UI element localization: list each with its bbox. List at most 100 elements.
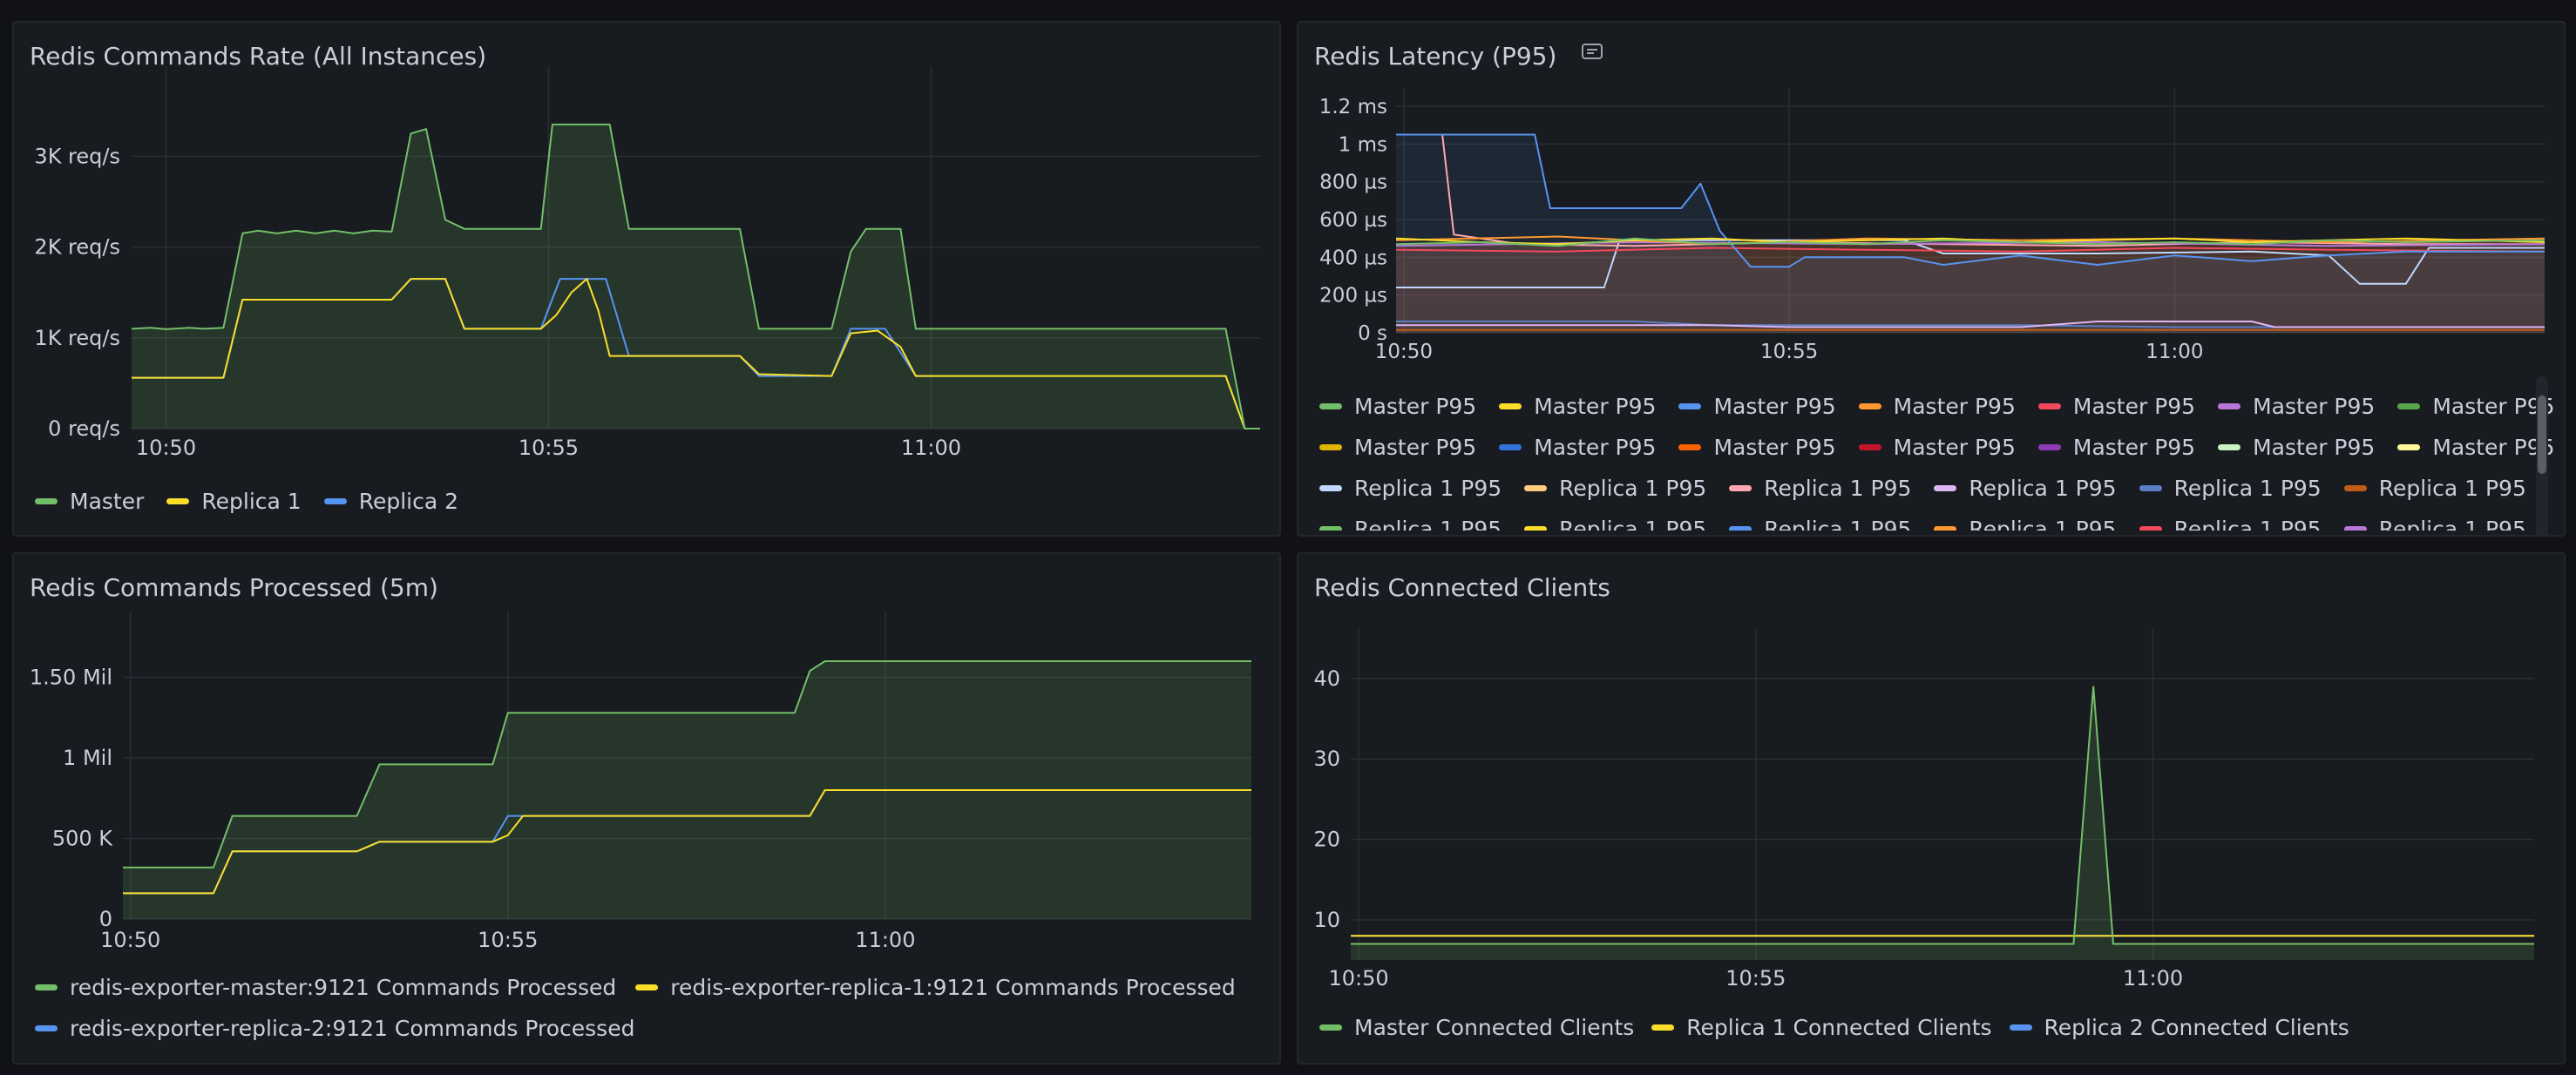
legend-label: Replica 2 bbox=[358, 489, 459, 514]
panel-latency[interactable]: Redis Latency (P95) 0 s 200 µs 400 µs 600 µ… bbox=[1297, 21, 2566, 537]
legend-swatch bbox=[1858, 403, 1881, 409]
legend-swatch bbox=[2218, 444, 2241, 450]
legend-item[interactable]: Master P95 bbox=[1678, 394, 1836, 419]
panel-connected-clients[interactable]: Redis Connected Clients 10 20 30 40 10:50 10:… bbox=[1297, 552, 2566, 1065]
legend-item[interactable]: Master P95 bbox=[1858, 435, 2016, 460]
y-tick-label: 1.50 Mil bbox=[30, 666, 112, 690]
y-tick-label: 10 bbox=[1313, 908, 1340, 932]
legend-label: Replica 1 P95 bbox=[2378, 517, 2526, 531]
legend-item[interactable]: Replica 1 P95 bbox=[1934, 517, 2117, 531]
legend-item[interactable]: Replica 1 P95 bbox=[2343, 517, 2526, 531]
series-fill bbox=[1396, 134, 2545, 333]
legend-label: Master Connected Clients bbox=[1354, 1015, 1635, 1040]
legend-swatch bbox=[1319, 1024, 1342, 1031]
legend-row: Master P95 Master P95 Master P95 Master P95… bbox=[1319, 427, 2564, 468]
legend-item[interactable]: Master P95 bbox=[1499, 435, 1656, 460]
legend-label: Master P95 bbox=[1534, 435, 1657, 460]
legend-item[interactable]: Master Connected Clients bbox=[1319, 1015, 1634, 1040]
legend-swatch bbox=[2397, 403, 2421, 409]
y-tick-label: 30 bbox=[1313, 747, 1340, 771]
y-tick-label: 1 ms bbox=[1339, 133, 1387, 156]
x-tick-label: 11:00 bbox=[855, 928, 915, 952]
legend-swatch bbox=[2139, 526, 2162, 531]
legend-item[interactable]: redis-exporter-master:9121 Commands Proc… bbox=[35, 975, 616, 1000]
legend-label: Replica 1 P95 bbox=[1764, 517, 1912, 531]
legend-item[interactable]: Replica 2 Connected Clients bbox=[2009, 1015, 2349, 1040]
legend-swatch bbox=[1934, 485, 1957, 491]
legend-item[interactable]: Replica 1 P95 bbox=[1319, 476, 1502, 501]
legend-item[interactable]: Master P95 bbox=[1499, 394, 1656, 419]
legend-label: redis-exporter-replica-1:9121 Commands P… bbox=[670, 975, 1236, 1000]
legend-swatch bbox=[35, 984, 58, 990]
legend-row: Master P95 Master P95 Master P95 Master P95… bbox=[1319, 386, 2564, 427]
legend-label: redis-exporter-replica-2:9121 Commands P… bbox=[70, 1016, 635, 1041]
legend-item[interactable]: redis-exporter-replica-1:9121 Commands P… bbox=[635, 975, 1236, 1000]
series-fill bbox=[132, 124, 1260, 429]
connected-clients-chart[interactable]: 10 20 30 40 10:50 10:55 11:00 bbox=[1298, 554, 2566, 998]
legend-item[interactable]: Master P95 bbox=[2218, 435, 2375, 460]
legend-item[interactable]: Replica 1 P95 bbox=[2139, 517, 2322, 531]
legend-item[interactable]: Replica 1 Connected Clients bbox=[1651, 1015, 1992, 1040]
legend-label: Replica 1 P95 bbox=[2173, 476, 2322, 501]
panel-commands-rate[interactable]: Redis Commands Rate (All Instances) 0 re… bbox=[12, 21, 1281, 537]
legend-label: Master P95 bbox=[2253, 435, 2376, 460]
legend-swatch bbox=[2218, 403, 2241, 409]
legend-label: Replica 1 P95 bbox=[1559, 476, 1707, 501]
legend-item[interactable]: Master P95 bbox=[1319, 435, 1476, 460]
legend-item[interactable]: Replica 1 P95 bbox=[2343, 476, 2526, 501]
x-tick-label: 10:55 bbox=[1760, 341, 1818, 363]
legend-swatch bbox=[1934, 526, 1957, 531]
legend-label: Replica 1 P95 bbox=[1559, 517, 1707, 531]
legend-label: Replica 1 Connected Clients bbox=[1686, 1015, 1992, 1040]
legend-swatch bbox=[2139, 485, 2162, 491]
x-tick-label: 10:50 bbox=[1375, 341, 1433, 363]
legend-item[interactable]: Master P95 bbox=[2037, 435, 2195, 460]
legend-item[interactable]: Replica 1 P95 bbox=[1729, 476, 1911, 501]
legend-item[interactable]: Master P95 bbox=[1678, 435, 1836, 460]
legend-item[interactable]: Master P95 bbox=[2037, 394, 2195, 419]
legend-item[interactable]: Replica 1 P95 bbox=[1729, 517, 1911, 531]
legend-item[interactable]: Replica 2 bbox=[323, 489, 459, 514]
legend-item[interactable]: Replica 1 bbox=[166, 489, 302, 514]
legend-row: redis-exporter-master:9121 Commands Proc… bbox=[35, 967, 1255, 1008]
x-tick-label: 11:00 bbox=[2146, 341, 2203, 363]
latency-chart[interactable]: 0 s200 µs400 µs600 µs800 µs1 ms1.2 ms10:… bbox=[1298, 23, 2566, 389]
legend-scrollbar[interactable] bbox=[2536, 376, 2548, 535]
legend: Master P95 Master P95 Master P95 Master P95… bbox=[1319, 386, 2564, 531]
legend-row: Replica 1 P95 Replica 1 P95 Replica 1 P95 R… bbox=[1319, 468, 2564, 509]
legend-item[interactable]: Replica 1 P95 bbox=[1934, 476, 2117, 501]
legend-label: Master P95 bbox=[1893, 435, 2016, 460]
commands-rate-chart[interactable]: 0 req/s 1K req/s 2K req/s 3K req/s 10:50 10:5… bbox=[14, 23, 1281, 510]
legend-item[interactable]: Replica 1 P95 bbox=[1524, 517, 1706, 531]
legend-swatch bbox=[1858, 444, 1881, 450]
legend-swatch bbox=[1678, 444, 1702, 450]
legend-item[interactable]: Replica 1 P95 bbox=[2139, 476, 2322, 501]
legend-item[interactable]: Master P95 bbox=[1858, 394, 2016, 419]
legend-item[interactable]: Replica 1 P95 bbox=[1319, 517, 1502, 531]
scrollbar-thumb[interactable] bbox=[2538, 396, 2546, 474]
x-tick-label: 10:55 bbox=[1725, 966, 1786, 990]
x-tick-label: 11:00 bbox=[2123, 966, 2183, 990]
legend-label: Replica 1 P95 bbox=[1969, 517, 2117, 531]
legend-label: Master P95 bbox=[1713, 394, 1836, 419]
commands-processed-chart[interactable]: 0500 K1 Mil1.50 Mil10:50 10:55 11:00 bbox=[14, 554, 1281, 963]
legend-row: Master Replica 1 Replica 2 bbox=[35, 481, 481, 522]
legend-item[interactable]: Master P95 bbox=[2397, 394, 2555, 419]
legend-swatch bbox=[35, 498, 58, 504]
legend-item[interactable]: Master bbox=[35, 489, 144, 514]
legend-row: Replica 1 P95 Replica 1 P95 Replica 1 P95 R… bbox=[1319, 509, 2564, 531]
legend: Master Replica 1 Replica 2 bbox=[35, 481, 481, 522]
legend-item[interactable]: Master P95 bbox=[2397, 435, 2555, 460]
legend-item[interactable]: Replica 1 P95 bbox=[1524, 476, 1706, 501]
legend-swatch bbox=[2037, 403, 2061, 409]
x-tick-label: 10:50 bbox=[100, 928, 160, 952]
legend-item[interactable]: Master P95 bbox=[1319, 394, 1476, 419]
legend-label: Replica 1 P95 bbox=[1354, 476, 1502, 501]
legend-row: Master Connected Clients Replica 1 Connec… bbox=[1319, 1007, 2367, 1048]
panel-commands-processed[interactable]: Redis Commands Processed (5m) 0 500 K1 Mi… bbox=[12, 552, 1281, 1065]
legend-item[interactable]: redis-exporter-replica-2:9121 Commands P… bbox=[35, 1016, 634, 1041]
legend: redis-exporter-master:9121 Commands Proc… bbox=[35, 967, 1255, 1049]
legend-label: redis-exporter-master:9121 Commands Proc… bbox=[70, 975, 617, 1000]
legend-item[interactable]: Master P95 bbox=[2218, 394, 2375, 419]
legend-swatch bbox=[1729, 485, 1752, 491]
